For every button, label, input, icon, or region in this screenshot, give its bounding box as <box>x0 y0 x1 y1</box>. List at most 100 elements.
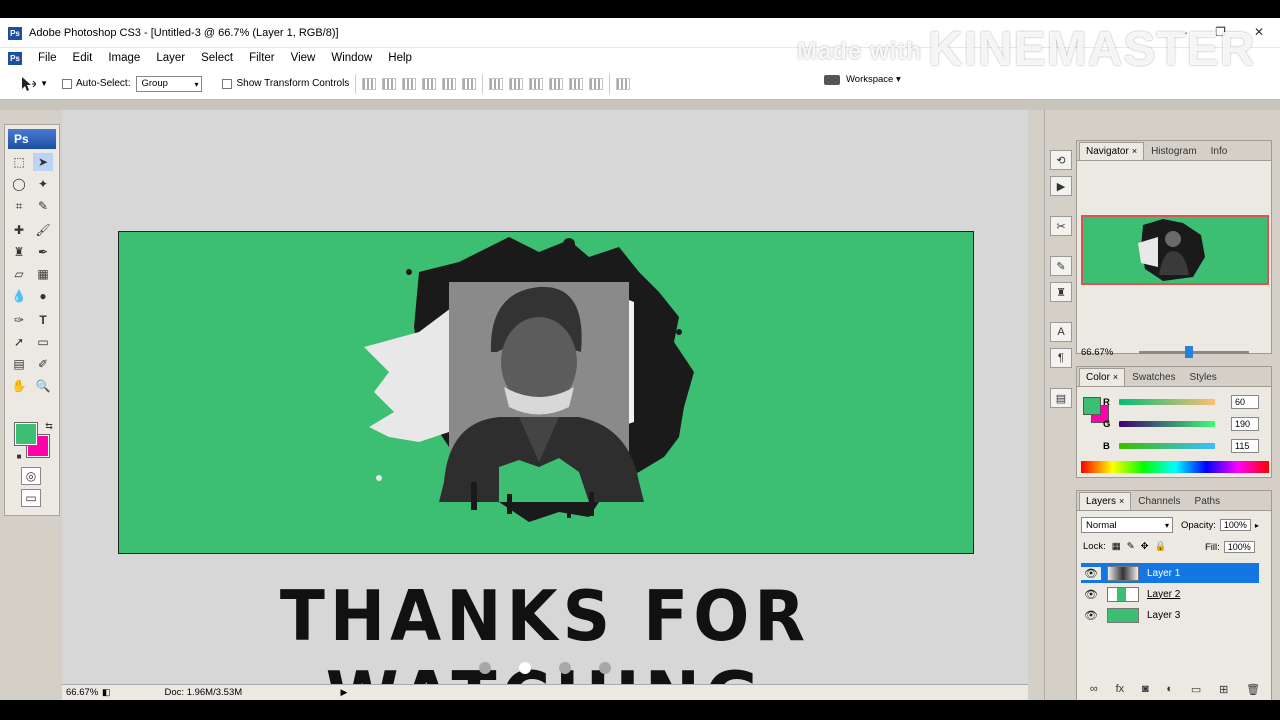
distribute-right-icon[interactable] <box>589 77 604 90</box>
menu-select[interactable]: Select <box>193 52 241 64</box>
restore-button[interactable]: ❐ <box>1215 25 1226 39</box>
tab-info[interactable]: Info <box>1204 142 1235 160</box>
eye-icon[interactable]: 👁 <box>1081 609 1101 622</box>
document-canvas[interactable] <box>118 231 974 554</box>
path-selection-icon[interactable]: ➚ <box>9 333 29 351</box>
menu-layer[interactable]: Layer <box>148 52 193 64</box>
menu-edit[interactable]: Edit <box>65 52 101 64</box>
auto-select-dropdown[interactable]: Group ▾ <box>136 75 203 92</box>
auto-align-icon[interactable] <box>616 77 631 90</box>
move-tool-icon[interactable]: ➤ <box>33 153 53 171</box>
menu-window[interactable]: Window <box>323 52 380 64</box>
opacity-input[interactable]: 100% <box>1219 519 1251 531</box>
align-top-icon[interactable] <box>362 77 377 90</box>
color-spectrum[interactable] <box>1081 461 1269 473</box>
zoom-tool-icon[interactable]: 🔍 <box>33 377 53 395</box>
lock-image-icon[interactable]: ✎ <box>1127 541 1135 552</box>
marquee-tool-icon[interactable]: ⬚ <box>9 153 29 171</box>
paragraph-panel-icon[interactable]: ¶ <box>1050 348 1072 368</box>
checkbox-box[interactable] <box>222 78 233 89</box>
quick-mask-icon[interactable]: ◎ <box>21 467 41 485</box>
hand-tool-icon[interactable]: ✋ <box>9 377 29 395</box>
close-icon[interactable]: × <box>1113 372 1118 382</box>
tab-paths[interactable]: Paths <box>1188 492 1228 510</box>
trash-icon[interactable]: 🗑 <box>1246 683 1260 699</box>
lock-all-icon[interactable]: 🔒 <box>1155 541 1167 552</box>
color-fg-swatch[interactable] <box>1083 397 1101 415</box>
clone-stamp-icon[interactable]: ♜ <box>9 243 29 261</box>
green-slider[interactable] <box>1119 421 1215 427</box>
distribute-bottom-icon[interactable] <box>529 77 544 90</box>
lasso-tool-icon[interactable]: ◯ <box>9 175 29 193</box>
align-hcenter-icon[interactable] <box>442 77 457 90</box>
screen-mode-icon[interactable]: ▭ <box>21 489 41 507</box>
layer-name[interactable]: Layer 1 <box>1147 568 1180 579</box>
align-right-icon[interactable] <box>462 77 477 90</box>
brush-tool-icon[interactable]: 🖌 <box>33 221 53 239</box>
menu-image[interactable]: Image <box>100 52 148 64</box>
pager-dot[interactable] <box>559 662 571 674</box>
navigator-thumbnail[interactable] <box>1081 215 1269 285</box>
layer-row[interactable]: 👁 Layer 3 <box>1081 605 1259 625</box>
show-transform-checkbox[interactable]: Show Transform Controls <box>222 78 349 89</box>
align-bottom-icon[interactable] <box>402 77 417 90</box>
fill-input[interactable]: 100% <box>1223 541 1255 553</box>
status-zoom[interactable]: 66.67% <box>62 687 102 698</box>
pager-dot[interactable] <box>599 662 611 674</box>
dodge-tool-icon[interactable]: ● <box>33 287 53 305</box>
eyedropper-icon[interactable]: ✐ <box>33 355 53 373</box>
menu-file[interactable]: File <box>30 52 65 64</box>
distribute-top-icon[interactable] <box>489 77 504 90</box>
blue-slider[interactable] <box>1119 443 1215 449</box>
canvas-area[interactable]: THANKS FOR WATCHING <box>62 110 1028 720</box>
checkbox-box[interactable] <box>62 78 72 89</box>
swap-colors-icon[interactable]: ⇆ <box>39 417 59 435</box>
pager-dot[interactable] <box>479 662 491 674</box>
link-layers-icon[interactable]: ∞ <box>1090 683 1098 699</box>
tab-swatches[interactable]: Swatches <box>1125 368 1182 386</box>
tab-histogram[interactable]: Histogram <box>1144 142 1204 160</box>
tool-presets-icon[interactable]: ✂ <box>1050 216 1072 236</box>
blend-mode-dropdown[interactable]: Normal ▾ <box>1081 517 1173 533</box>
pager-dot-active[interactable] <box>519 662 531 674</box>
history-panel-icon[interactable]: ⟲ <box>1050 150 1072 170</box>
slice-tool-icon[interactable]: ✎ <box>33 197 53 215</box>
actions-panel-icon[interactable]: ▶ <box>1050 176 1072 196</box>
pen-tool-icon[interactable]: ✑ <box>9 311 29 329</box>
distribute-hcenter-icon[interactable] <box>569 77 584 90</box>
play-icon[interactable]: ▶ <box>341 687 348 698</box>
tab-color[interactable]: Color × <box>1079 368 1126 386</box>
notes-tool-icon[interactable]: ▤ <box>9 355 29 373</box>
lock-transparent-icon[interactable]: ▦ <box>1112 541 1121 552</box>
slider-knob[interactable] <box>1185 346 1193 358</box>
rectangle-tool-icon[interactable]: ▭ <box>33 333 53 351</box>
close-icon[interactable]: × <box>1119 496 1124 506</box>
close-button[interactable]: ✕ <box>1254 25 1264 39</box>
green-value[interactable]: 190 <box>1231 417 1259 431</box>
close-icon[interactable]: × <box>1132 146 1137 156</box>
tool-preset-picker[interactable]: ▼ <box>18 74 48 94</box>
character-panel-icon[interactable]: A <box>1050 322 1072 342</box>
tab-styles[interactable]: Styles <box>1183 368 1224 386</box>
minimize-button[interactable]: – <box>1180 25 1187 39</box>
distribute-left-icon[interactable] <box>549 77 564 90</box>
red-slider[interactable] <box>1119 399 1215 405</box>
status-doc-info[interactable]: Doc: 1.96M/3.53M <box>165 687 341 698</box>
layer-style-icon[interactable]: fx <box>1116 683 1125 699</box>
workspace-menu[interactable]: Workspace ▾ <box>824 74 901 85</box>
eye-icon[interactable]: 👁 <box>1081 588 1101 601</box>
blue-value[interactable]: 115 <box>1231 439 1259 453</box>
navigator-zoom-value[interactable]: 66.67% <box>1081 347 1113 358</box>
clone-source-icon[interactable]: ♜ <box>1050 282 1072 302</box>
tab-layers[interactable]: Layers × <box>1079 492 1132 510</box>
layer-name[interactable]: Layer 2 <box>1147 589 1180 600</box>
menu-filter[interactable]: Filter <box>241 52 283 64</box>
align-vcenter-icon[interactable] <box>382 77 397 90</box>
auto-select-checkbox[interactable]: Auto-Select: <box>62 78 130 89</box>
layer-comps-icon[interactable]: ▤ <box>1050 388 1072 408</box>
healing-brush-icon[interactable]: ✚ <box>9 221 29 239</box>
crop-tool-icon[interactable]: ⌗ <box>9 197 29 215</box>
new-group-icon[interactable]: ▭ <box>1191 683 1201 699</box>
tab-navigator[interactable]: Navigator × <box>1079 142 1145 160</box>
layer-mask-icon[interactable]: ◙ <box>1142 683 1149 699</box>
